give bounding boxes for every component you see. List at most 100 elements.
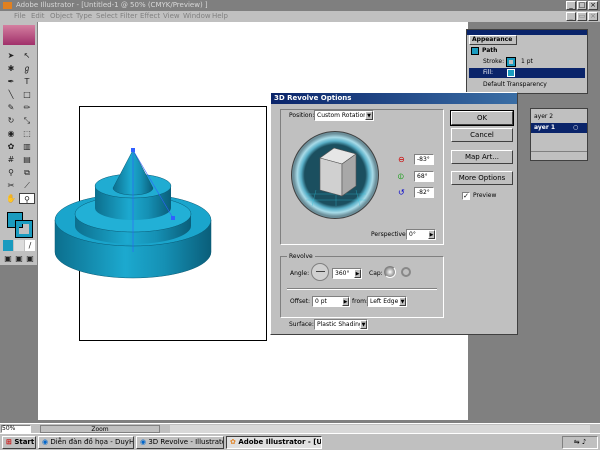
cap-label: Cap: [369,270,383,277]
doc-restore-button[interactable]: ▭ [577,12,587,21]
appearance-fill-row[interactable]: Fill: [469,68,585,78]
line-tool-icon[interactable]: ╲ [3,89,19,100]
layer-2-row[interactable]: ayer 2 [531,112,587,122]
screen-mode-menu-icon[interactable]: ▣ [14,253,24,264]
offset-label: Offset: [290,298,311,305]
scale-tool-icon[interactable]: ⤡ [19,115,35,126]
taskbar-item-tutorial[interactable]: ◉ 3D Revolve - Illustrate CS... [136,436,224,449]
system-tray: ⇋ ♪ [562,436,598,449]
start-button[interactable]: ⊞ Start [2,436,36,449]
map-art-button[interactable]: Map Art... [451,150,513,164]
revolve-group [280,256,444,318]
horizontal-scrollbar[interactable] [170,425,590,433]
ok-button[interactable]: OK [450,110,514,126]
rotate-z-icon: ↺ [398,188,405,197]
minimize-button[interactable]: _ [566,1,576,10]
layer-1-row[interactable]: ayer 1 ○ [531,123,587,133]
screen-mode-normal-icon[interactable]: ▣ [3,253,13,264]
slice-tool-icon[interactable]: ⟋ [19,180,35,191]
taskbar-item-illustrator[interactable]: ✿ Adobe Illustrator - [U... [226,436,322,449]
free-transform-tool-icon[interactable]: ⬚ [19,128,35,139]
surface-select[interactable]: Plastic Shading ▼ [314,319,368,330]
appearance-path-row[interactable]: Path [469,46,585,56]
zoom-status-label[interactable]: Zoom [40,425,160,433]
rectangle-tool-icon[interactable]: □ [19,89,35,100]
preview-label: Preview [473,192,497,199]
transparency-label: Default Transparency [483,81,547,88]
direct-selection-tool-icon[interactable]: ↖ [19,50,35,61]
appearance-stroke-row[interactable]: Stroke: 1 pt [469,57,585,67]
screen-mode-full-icon[interactable]: ▣ [25,253,35,264]
rotate-x-field[interactable]: -83° [414,154,434,165]
rotate-y-field[interactable]: 68° [414,171,434,182]
menu-edit[interactable]: Edit [31,12,45,20]
doc-close-button[interactable]: × [588,12,598,21]
perspective-field[interactable]: 0° ▶ [406,229,436,240]
graph-tool-icon[interactable]: ▥ [19,141,35,152]
color-mode-icon[interactable] [3,240,13,251]
status-bar: 50% Zoom [0,423,600,433]
magic-wand-tool-icon[interactable]: ✱ [3,63,19,74]
zoom-value-field[interactable]: 50% [1,425,31,433]
menu-select[interactable]: Select [96,12,118,20]
menu-file[interactable]: File [14,12,26,20]
paintbrush-tool-icon[interactable]: ✎ [3,102,19,113]
network-icon[interactable]: ⇋ [574,438,580,446]
menu-filter[interactable]: Filter [120,12,137,20]
symbol-sprayer-tool-icon[interactable]: ✿ [3,141,19,152]
appearance-transparency-row[interactable]: Default Transparency [469,80,585,90]
menu-object[interactable]: Object [50,12,73,20]
pen-tool-icon[interactable]: ✒ [3,76,19,87]
preview-checkbox[interactable]: ✓ [462,192,470,200]
toolbox-logo [3,25,35,45]
eyedropper-tool-icon[interactable]: ⚲ [3,167,19,178]
revolved-object[interactable] [53,142,223,282]
rotate-z-field[interactable]: -82° [414,187,434,198]
menu-window[interactable]: Window [183,12,211,20]
pencil-tool-icon[interactable]: ✏ [19,102,35,113]
cancel-button[interactable]: Cancel [451,128,513,142]
gradient-mode-icon[interactable] [14,240,24,251]
menu-effect[interactable]: Effect [140,12,160,20]
menu-type[interactable]: Type [76,12,92,20]
taskbar-item-forum[interactable]: ◉ Diễn đàn đồ họa - DuyH... [38,436,134,449]
angle-label: Angle: [290,270,310,277]
revolve-group-label: Revolve [287,253,315,260]
from-select[interactable]: Left Edge ▼ [367,296,407,307]
fill-swatch-icon [507,69,515,77]
scissors-tool-icon[interactable]: ✂ [3,180,19,191]
close-button[interactable]: × [588,1,598,10]
layer-1-label: ayer 1 [534,124,556,131]
dialog-title: 3D Revolve Options [271,93,517,104]
mesh-tool-icon[interactable]: # [3,154,19,165]
cap-on-icon[interactable] [384,266,396,278]
rotation-trackball[interactable] [291,131,379,219]
maximize-button[interactable]: □ [577,1,587,10]
chevron-down-icon: ▼ [399,297,406,306]
position-select[interactable]: Custom Rotation ▼ [314,110,374,121]
rotate-tool-icon[interactable]: ↻ [3,115,19,126]
doc-minimize-button[interactable]: _ [566,12,576,21]
zoom-tool-icon[interactable]: ⚲ [19,193,35,204]
none-mode-icon[interactable]: / [25,240,35,251]
blend-tool-icon[interactable]: ⧉ [19,167,35,178]
volume-icon[interactable]: ♪ [582,438,586,446]
stroke-swatch[interactable] [15,220,33,238]
offset-field[interactable]: 0 pt ▶ [312,296,350,307]
path-swatch [471,47,479,55]
hand-tool-icon[interactable]: ✋ [3,193,19,204]
warp-tool-icon[interactable]: ◉ [3,128,19,139]
angle-dial[interactable] [311,263,329,281]
selection-tool-icon[interactable]: ➤ [3,50,19,61]
layer-target-icon[interactable]: ○ [573,123,578,133]
cap-off-icon[interactable] [401,267,411,277]
angle-field[interactable]: 360° ▶ [332,268,362,279]
menu-help[interactable]: Help [212,12,228,20]
more-options-button[interactable]: More Options [451,171,513,185]
lasso-tool-icon[interactable]: ℊ [19,63,35,74]
appearance-tab[interactable]: Appearance [469,35,517,45]
menu-view[interactable]: View [163,12,180,20]
perspective-label: Perspective: [371,231,408,238]
type-tool-icon[interactable]: T [19,76,35,87]
gradient-tool-icon[interactable]: ▤ [19,154,35,165]
